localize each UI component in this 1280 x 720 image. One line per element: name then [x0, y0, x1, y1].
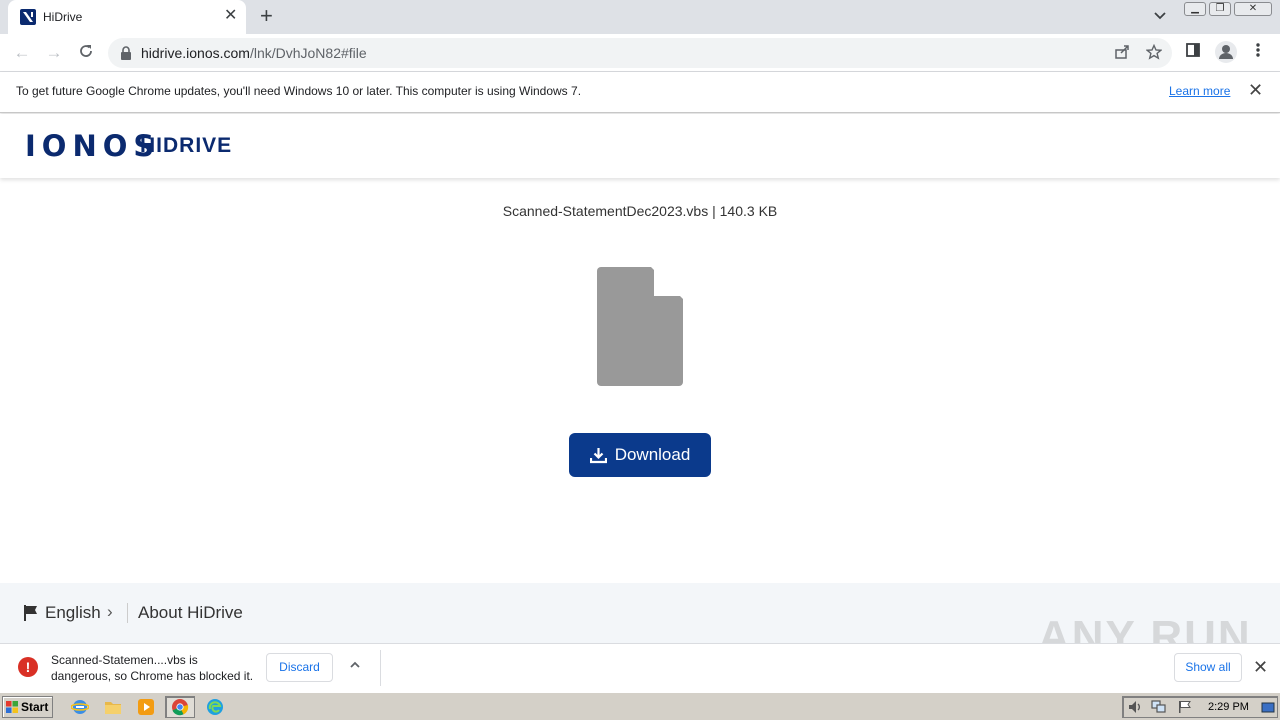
download-icon: [589, 447, 607, 463]
windows-taskbar: Start 2:29 PM: [0, 692, 1280, 720]
tab-close-icon[interactable]: ✕: [224, 8, 237, 24]
url-text[interactable]: hidrive.ionos.com/lnk/DvhJoN82#file: [141, 45, 367, 61]
tab-search-chevron-icon[interactable]: [1153, 8, 1167, 27]
media-player-icon[interactable]: [135, 696, 157, 718]
discard-button[interactable]: Discard: [266, 653, 333, 682]
browser-titlebar: HiDrive ✕ + ▁ ❐ ✕: [0, 0, 1280, 34]
about-hidrive-link[interactable]: About HiDrive: [138, 603, 243, 623]
download-button[interactable]: Download: [569, 433, 711, 477]
system-tray: [1122, 696, 1278, 718]
internet-explorer-icon[interactable]: [69, 696, 91, 718]
language-selector[interactable]: English: [45, 603, 101, 623]
edge-icon[interactable]: [204, 696, 226, 718]
danger-warning-icon: !: [18, 657, 38, 677]
download-warning-line2: dangerous, so Chrome has blocked it.: [51, 669, 254, 683]
footer-divider: [127, 603, 128, 623]
file-info: Scanned-StatementDec2023.vbs | 140.3 KB: [0, 203, 1280, 219]
file-explorer-icon[interactable]: [102, 696, 124, 718]
share-icon[interactable]: [1114, 44, 1130, 64]
reload-icon[interactable]: [76, 43, 96, 63]
profile-avatar-icon[interactable]: [1214, 40, 1238, 69]
infobar-message: To get future Google Chrome updates, you…: [16, 84, 582, 98]
update-infobar: To get future Google Chrome updates, you…: [0, 72, 1280, 113]
side-panel-icon[interactable]: [1185, 42, 1201, 63]
hidrive-favicon-icon: [20, 9, 36, 25]
menu-dots-icon[interactable]: [1256, 42, 1260, 63]
tab-title: HiDrive: [43, 10, 83, 24]
bookmark-star-icon[interactable]: [1145, 43, 1163, 64]
download-options-chevron-icon[interactable]: [349, 658, 361, 674]
network-icon[interactable]: [1151, 700, 1167, 719]
back-icon[interactable]: ←: [12, 43, 32, 63]
browser-tab[interactable]: HiDrive ✕: [8, 0, 246, 34]
action-center-flag-icon[interactable]: [1178, 700, 1192, 719]
shelf-close-icon[interactable]: ✕: [1253, 658, 1268, 676]
window-close-icon[interactable]: ✕: [1234, 2, 1272, 16]
file-document-icon: [597, 267, 683, 386]
minimize-icon[interactable]: ▁: [1184, 2, 1206, 16]
url-path: /lnk/DvhJoN82#file: [249, 45, 367, 61]
browser-toolbar: ← → hidrive.ionos.com/lnk/DvhJoN82#file: [0, 34, 1280, 72]
taskbar-clock[interactable]: 2:29 PM: [1208, 701, 1249, 713]
file-info-separator: |: [712, 203, 716, 219]
start-button[interactable]: Start: [2, 696, 53, 718]
show-desktop-icon[interactable]: [1261, 701, 1275, 719]
forward-icon[interactable]: →: [44, 43, 64, 63]
download-warning-text: Scanned-Statemen....vbs is dangerous, so…: [51, 652, 266, 684]
language-chevron-icon[interactable]: ›: [107, 602, 113, 622]
site-header: IONOS HIDRIVE: [0, 114, 1280, 178]
url-host: hidrive.ionos.com: [141, 45, 250, 61]
learn-more-link[interactable]: Learn more: [1169, 84, 1230, 98]
file-name: Scanned-StatementDec2023.vbs: [502, 203, 709, 219]
language-flag-icon: [24, 605, 38, 626]
show-all-button[interactable]: Show all: [1174, 653, 1242, 682]
address-bar[interactable]: hidrive.ionos.com/lnk/DvhJoN82#file: [108, 38, 1172, 68]
hidrive-logo[interactable]: HIDRIVE: [140, 134, 232, 158]
file-size: 140.3 KB: [719, 203, 778, 219]
new-tab-icon[interactable]: +: [260, 5, 273, 27]
shelf-divider: [380, 650, 381, 686]
lock-icon[interactable]: [120, 46, 132, 65]
infobar-close-icon[interactable]: ✕: [1248, 81, 1263, 99]
download-warning-line1: Scanned-Statemen....vbs is: [51, 653, 198, 667]
start-label: Start: [21, 700, 49, 714]
windows-logo-icon: [6, 701, 18, 713]
download-label: Download: [614, 445, 691, 464]
restore-icon[interactable]: ❐: [1209, 2, 1231, 16]
download-shelf: ! Scanned-Statemen....vbs is dangerous, …: [0, 643, 1280, 692]
volume-icon[interactable]: [1128, 700, 1144, 719]
chrome-taskbar-icon[interactable]: [165, 696, 195, 718]
